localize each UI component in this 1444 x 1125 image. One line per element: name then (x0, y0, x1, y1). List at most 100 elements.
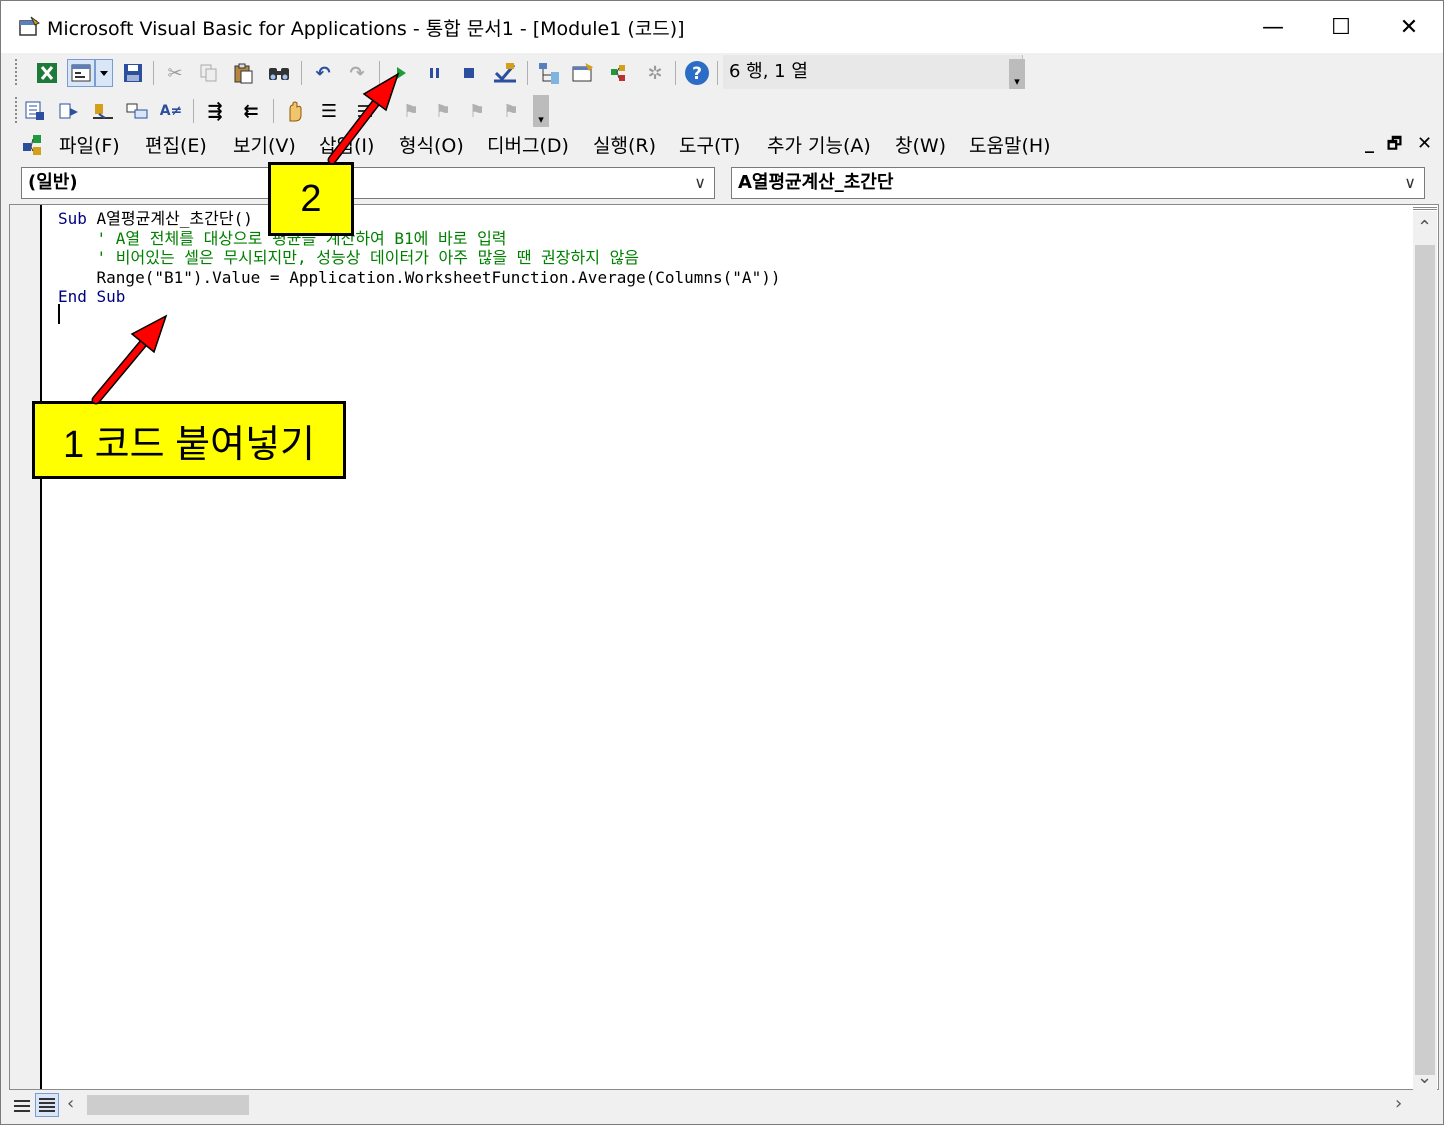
toolbar-separator (193, 99, 194, 123)
full-module-view-icon[interactable] (35, 1093, 59, 1117)
comment-block-icon[interactable]: ☰ (315, 97, 343, 125)
close-button[interactable]: ✕ (1375, 1, 1443, 53)
window-title: Microsoft Visual Basic for Applications … (47, 18, 685, 40)
code-keyword: End Sub (58, 287, 126, 307)
toolbar-separator (675, 61, 676, 85)
code-keyword: Sub (58, 209, 87, 228)
text-caret (58, 304, 60, 324)
callout-step-2: 2 (268, 162, 354, 236)
project-explorer-icon[interactable] (535, 59, 563, 87)
clear-bookmarks-icon[interactable]: ⚑ (497, 97, 525, 125)
scroll-right-icon[interactable]: › (1395, 1093, 1402, 1114)
callout-step-1: 1 코드 붙여넣기 (32, 401, 346, 479)
menu-file[interactable]: 파일(F) (59, 131, 120, 158)
break-icon[interactable] (421, 59, 449, 87)
cursor-position-readout: 6 행, 1 열 (723, 55, 1023, 89)
code-editor[interactable]: Sub A열평균계산_초간단() ' A열 전체를 대상으로 평균을 계산하여 … (9, 204, 1439, 1090)
mdi-close-button[interactable]: ✕ (1417, 133, 1432, 154)
object-combo-value: (일반) (28, 172, 78, 193)
quick-info-icon[interactable] (89, 97, 117, 125)
complete-word-icon[interactable]: A≠ (157, 97, 185, 125)
scroll-up-icon[interactable]: ⌃ (1417, 217, 1432, 238)
mdi-restore-button[interactable]: 🗗 (1387, 133, 1402, 160)
insert-form-icon[interactable] (67, 59, 95, 87)
svg-text:?: ? (692, 64, 702, 84)
code-statement-line: Range("B1").Value = Application.Workshee… (58, 267, 781, 287)
splitter-handle[interactable] (1413, 207, 1437, 210)
menu-window[interactable]: 창(W) (895, 131, 946, 158)
list-constants-icon[interactable] (55, 97, 83, 125)
chevron-down-icon[interactable]: ∨ (694, 168, 706, 198)
maximize-button[interactable]: ☐ (1307, 1, 1375, 53)
menu-debug[interactable]: 디버그(D) (487, 131, 569, 158)
procedure-combo-value: A열평균계산_초간단 (738, 172, 894, 193)
save-icon[interactable] (119, 59, 147, 87)
indent-icon[interactable]: ⇶ (201, 97, 229, 125)
toolbar-separator (273, 99, 274, 123)
toolbox-icon[interactable]: ✲ (641, 59, 669, 87)
undo-icon[interactable]: ↶ (309, 59, 337, 87)
toggle-breakpoint-icon[interactable] (281, 97, 309, 125)
edit-toolbar: A≠ ⇶ ⇇ ☰ ⚑ ⚑ ⚑ ⚑ (1, 91, 1443, 129)
mdi-minimize-button[interactable]: _ (1365, 133, 1374, 154)
code-text[interactable]: Sub A열평균계산_초간단() ' A열 전체를 대상으로 평균을 계산하여 … (58, 209, 780, 307)
toolbar-separator (379, 61, 380, 85)
menu-insert[interactable]: 삽입(I) (319, 131, 374, 158)
find-icon[interactable] (265, 59, 293, 87)
procedure-view-icon[interactable] (11, 1095, 33, 1117)
vba-editor-window: Microsoft Visual Basic for Applications … (0, 0, 1444, 1125)
minimize-button[interactable]: — (1239, 1, 1307, 53)
code-procedure-name: A열평균계산_초간단() (86, 209, 253, 228)
redo-icon[interactable]: ↷ (343, 59, 371, 87)
menu-help[interactable]: 도움말(H) (969, 131, 1051, 158)
toolbar-separator (153, 61, 154, 85)
design-mode-icon[interactable] (491, 59, 519, 87)
copy-icon[interactable] (195, 59, 223, 87)
outdent-icon[interactable]: ⇇ (237, 97, 265, 125)
next-bookmark-icon[interactable]: ⚑ (429, 97, 457, 125)
vertical-scroll-thumb[interactable] (1415, 245, 1435, 1075)
menu-bar: 파일(F) 편집(E) 보기(V) 삽입(I) 형식(O) 디버그(D) 실행(… (1, 127, 1443, 163)
help-icon[interactable]: ? (683, 59, 711, 87)
previous-bookmark-icon[interactable]: ⚑ (463, 97, 491, 125)
chevron-down-icon[interactable]: ∨ (1404, 168, 1416, 198)
excel-view-icon[interactable] (33, 59, 61, 87)
menu-edit[interactable]: 편집(E) (145, 131, 207, 158)
toolbar-grip[interactable] (15, 59, 18, 85)
vertical-scrollbar[interactable]: ⌃ ⌄ (1413, 207, 1437, 1093)
object-browser-icon[interactable] (605, 59, 633, 87)
title-bar: Microsoft Visual Basic for Applications … (1, 1, 1443, 53)
standard-toolbar: ✂ ↶ ↷ ✲ ? (1, 53, 1443, 91)
margin-indicator-bar[interactable] (10, 205, 42, 1089)
menu-run[interactable]: 실행(R) (593, 131, 656, 158)
vba-app-icon (19, 16, 40, 36)
horizontal-scrollbar[interactable]: ‹ › (1, 1091, 1443, 1121)
horizontal-scroll-thumb[interactable] (87, 1095, 249, 1115)
toolbar-separator (527, 61, 528, 85)
toolbar-options-icon[interactable]: ▾ (1009, 59, 1025, 89)
procedure-combo[interactable]: A열평균계산_초간단 ∨ (731, 167, 1425, 199)
toolbar-grip[interactable] (15, 97, 18, 123)
list-properties-icon[interactable] (21, 97, 49, 125)
cut-icon[interactable]: ✂ (161, 59, 189, 87)
menu-format[interactable]: 형식(O) (399, 131, 464, 158)
vba-menu-icon[interactable] (19, 131, 47, 159)
insert-dropdown-icon[interactable] (95, 59, 113, 87)
parameter-info-icon[interactable] (123, 97, 151, 125)
menu-tools[interactable]: 도구(T) (679, 131, 740, 158)
scroll-left-icon[interactable]: ‹ (67, 1093, 74, 1114)
menu-addins[interactable]: 추가 기능(A) (767, 131, 871, 158)
code-comment-line: ' 비어있는 셀은 무시되지만, 성능상 데이터가 아주 많을 땐 권장하지 않… (58, 248, 640, 268)
toggle-bookmark-icon[interactable]: ⚑ (397, 97, 425, 125)
toolbar-separator (301, 61, 302, 85)
paste-icon[interactable] (229, 59, 257, 87)
reset-icon[interactable] (455, 59, 483, 87)
toolbar-separator (717, 61, 718, 85)
run-icon[interactable] (387, 59, 415, 87)
uncomment-block-icon[interactable] (351, 97, 379, 125)
properties-icon[interactable] (569, 59, 597, 87)
scroll-down-icon[interactable]: ⌄ (1417, 1067, 1432, 1088)
object-combo[interactable]: (일반) ∨ (21, 167, 715, 199)
edit-toolbar-options-icon[interactable]: ▾ (533, 95, 549, 127)
menu-view[interactable]: 보기(V) (233, 131, 296, 158)
